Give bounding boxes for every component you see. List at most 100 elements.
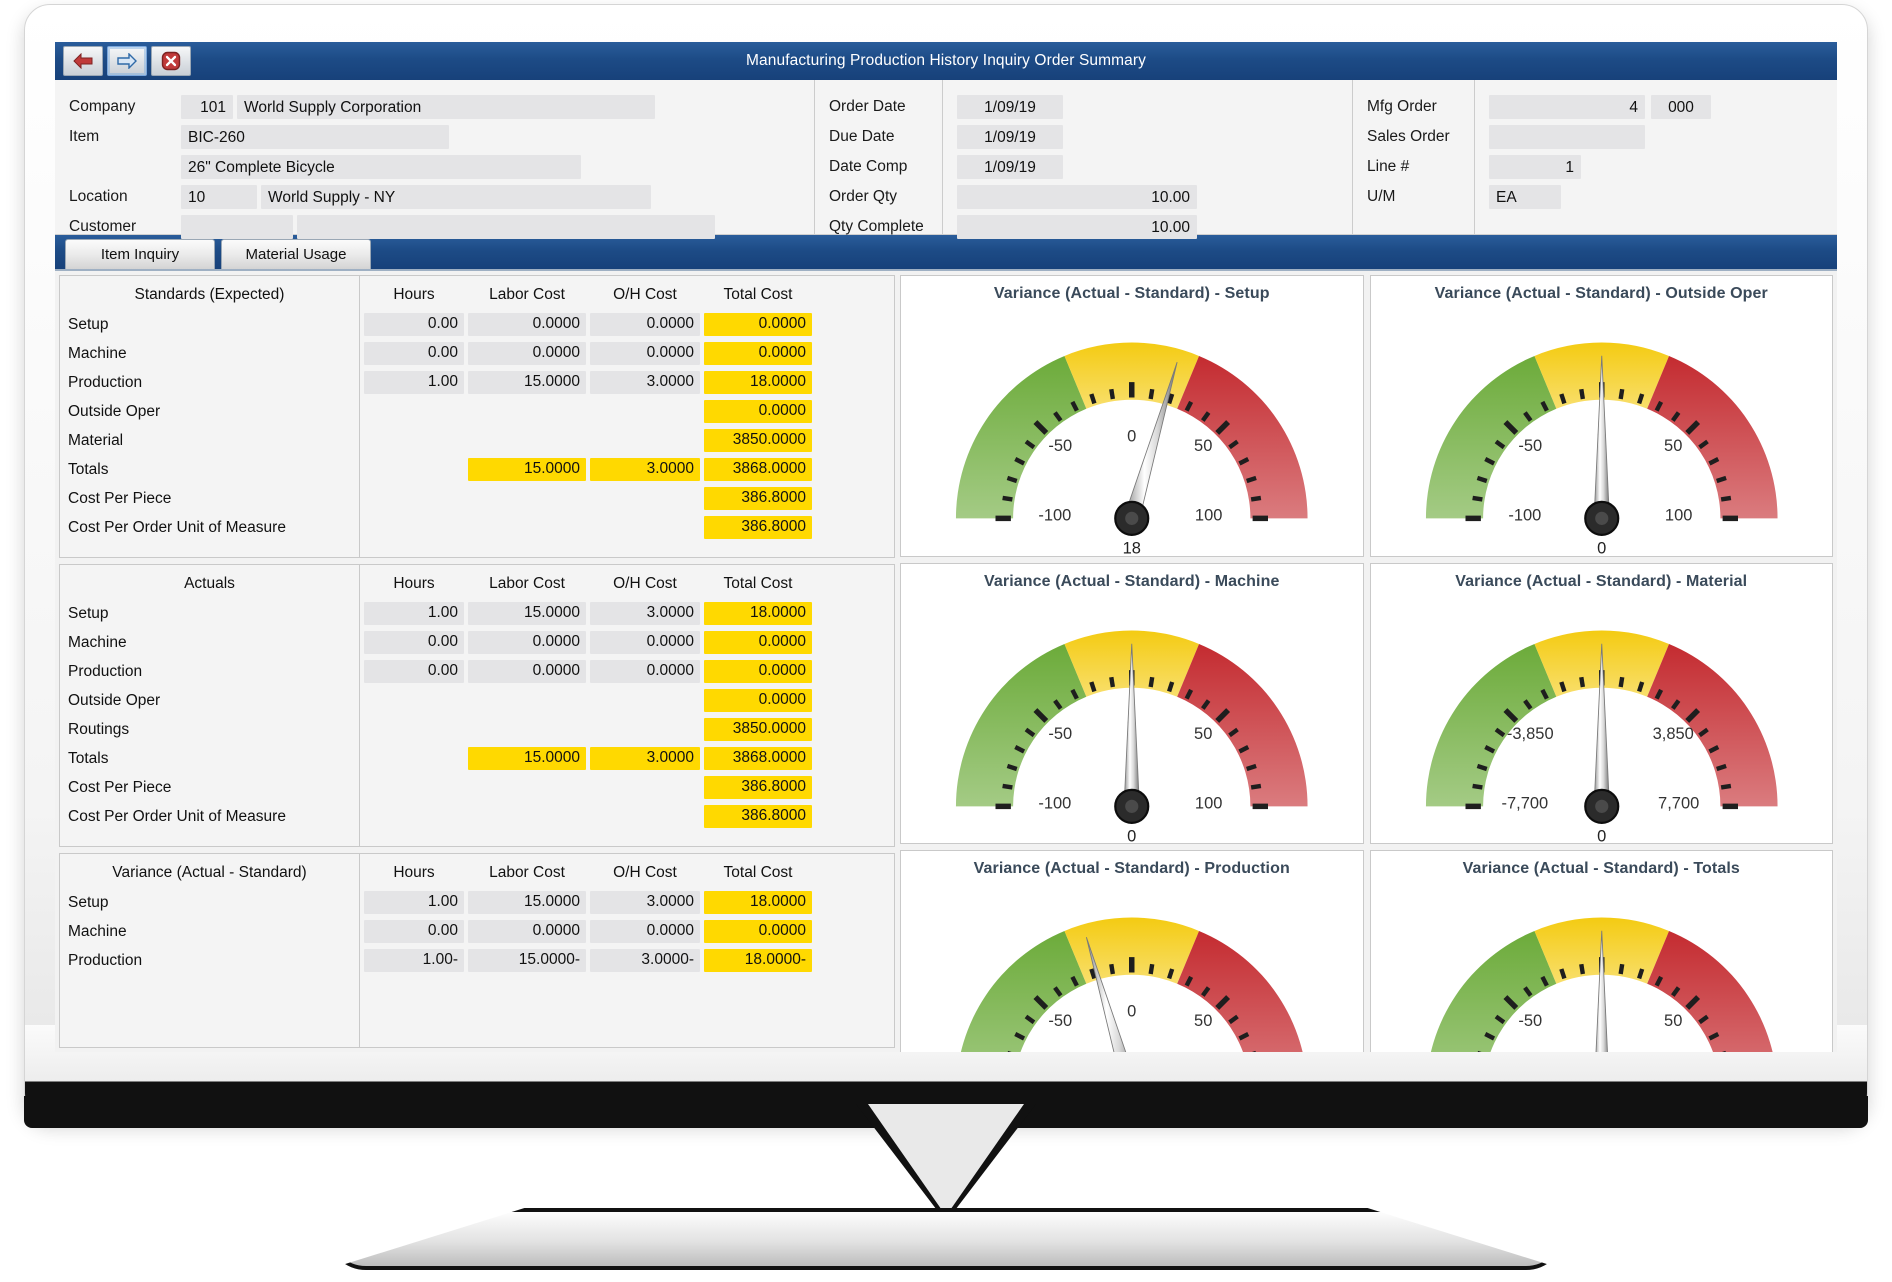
cell-labor[interactable]: 15.0000-	[468, 949, 586, 972]
table-row: Setup	[68, 894, 109, 911]
gauge-value-label: 18	[1123, 540, 1141, 556]
table-row: Totals	[68, 750, 109, 767]
cell-hours	[364, 776, 464, 799]
cell-total[interactable]: 0.0000	[704, 689, 812, 712]
cell-labor[interactable]: 15.0000	[468, 458, 586, 481]
cell-oh[interactable]: 3.0000	[590, 371, 700, 394]
order-date-field[interactable]: 1/09/19	[957, 94, 1063, 119]
cell-labor[interactable]: 0.0000	[468, 920, 586, 943]
sales-order-row	[1489, 122, 1823, 151]
gauge-tick	[1558, 681, 1566, 692]
gauges-column: Variance (Actual - Standard) - Setup -10…	[900, 275, 1833, 1052]
cell-hours[interactable]: 1.00	[364, 602, 464, 625]
location-name-field[interactable]: World Supply - NY	[261, 184, 651, 209]
cell-total[interactable]: 18.0000	[704, 602, 812, 625]
order-qty-field[interactable]: 10.00	[957, 184, 1197, 209]
cell-total[interactable]: 0.0000	[704, 920, 812, 943]
cell-total[interactable]: 0.0000	[704, 631, 812, 654]
table-row: Cost Per Piece	[68, 779, 172, 796]
sales-order-field[interactable]	[1489, 124, 1645, 149]
cell-labor[interactable]: 15.0000	[468, 891, 586, 914]
customer-code-field[interactable]	[181, 214, 293, 239]
cell-oh[interactable]: 3.0000	[590, 891, 700, 914]
left-arrow-icon	[73, 53, 93, 69]
cell-total[interactable]: 3868.0000	[704, 458, 812, 481]
cell-total[interactable]: 18.0000	[704, 891, 812, 914]
cell-total[interactable]: 3850.0000	[704, 429, 812, 452]
table-row: Production	[68, 952, 143, 969]
cell-hours[interactable]: 0.00	[364, 920, 464, 943]
cell-total[interactable]: 386.8000	[704, 516, 812, 539]
cell-labor[interactable]: 0.0000	[468, 631, 586, 654]
qty-complete-field[interactable]: 10.00	[957, 214, 1197, 239]
cell-total[interactable]: 3868.0000	[704, 747, 812, 770]
gauge-tick	[1476, 763, 1487, 771]
cell-total[interactable]: 0.0000	[704, 342, 812, 365]
item-label: Item	[69, 127, 100, 145]
company-name-field[interactable]: World Supply Corporation	[237, 94, 655, 119]
cell-hours[interactable]: 0.00	[364, 660, 464, 683]
cell-oh[interactable]: 0.0000	[590, 313, 700, 336]
close-button[interactable]	[151, 46, 191, 76]
application-screen: Manufacturing Production History Inquiry…	[55, 42, 1837, 1052]
cell-labor	[468, 487, 586, 510]
cell-oh	[590, 689, 700, 712]
cell-hours[interactable]: 1.00	[364, 371, 464, 394]
customer-name-field[interactable]	[297, 214, 715, 239]
cell-labor[interactable]: 0.0000	[468, 313, 586, 336]
item-code-field[interactable]: BIC-260	[181, 124, 449, 149]
cell-total[interactable]: 0.0000	[704, 660, 812, 683]
cell-total[interactable]: 386.8000	[704, 776, 812, 799]
forward-button[interactable]	[107, 46, 147, 76]
cell-hours[interactable]: 1.00	[364, 891, 464, 914]
cell-labor[interactable]: 15.0000	[468, 747, 586, 770]
table-row: Routings	[68, 721, 130, 738]
cell-hours[interactable]: 1.00-	[364, 949, 464, 972]
gauge-band	[1064, 917, 1200, 985]
back-button[interactable]	[63, 46, 103, 76]
uom-field[interactable]: EA	[1489, 184, 1561, 209]
cell-oh[interactable]: 3.0000	[590, 747, 700, 770]
line-number-field[interactable]: 1	[1489, 154, 1581, 179]
cell-oh[interactable]: 0.0000	[590, 631, 700, 654]
cell-total[interactable]: 386.8000	[704, 805, 812, 828]
cell-labor[interactable]: 0.0000	[468, 660, 586, 683]
table-row: Machine	[68, 634, 127, 651]
customer-label: Customer	[69, 217, 137, 235]
item-description-field[interactable]: 26" Complete Bicycle	[181, 154, 581, 179]
cell-labor[interactable]: 0.0000	[468, 342, 586, 365]
table-row: Outside Oper	[68, 692, 161, 709]
mfg-order-field[interactable]: 4	[1489, 94, 1645, 119]
mfg-order-suffix-field[interactable]: 000	[1651, 94, 1711, 119]
tab-item-inquiry[interactable]: Item Inquiry	[65, 239, 215, 269]
cell-total[interactable]: 18.0000	[704, 371, 812, 394]
cell-total[interactable]: 0.0000	[704, 400, 812, 423]
window-title: Manufacturing Production History Inquiry…	[746, 52, 1146, 69]
cell-oh[interactable]: 0.0000	[590, 920, 700, 943]
cell-labor[interactable]: 15.0000	[468, 371, 586, 394]
due-date-field[interactable]: 1/09/19	[957, 124, 1063, 149]
cell-total[interactable]: 0.0000	[704, 313, 812, 336]
date-comp-field[interactable]: 1/09/19	[957, 154, 1063, 179]
company-code-field[interactable]: 101	[181, 94, 233, 119]
cell-hours[interactable]: 0.00	[364, 342, 464, 365]
cell-oh[interactable]: 0.0000	[590, 660, 700, 683]
cell-labor[interactable]: 15.0000	[468, 602, 586, 625]
gauge-tick	[1089, 681, 1097, 692]
tab-material-usage[interactable]: Material Usage	[221, 239, 371, 269]
cell-oh	[590, 516, 700, 539]
cell-total[interactable]: 18.0000-	[704, 949, 812, 972]
cell-oh[interactable]: 3.0000	[590, 458, 700, 481]
cell-hours[interactable]: 0.00	[364, 631, 464, 654]
cell-oh[interactable]: 0.0000	[590, 342, 700, 365]
gauge-tick-label: 7,700	[1658, 794, 1699, 812]
actuals-table: Actuals Setup Machine Production Outside…	[59, 564, 895, 847]
cell-total[interactable]: 3850.0000	[704, 718, 812, 741]
gauge-tick	[1246, 763, 1257, 771]
cell-oh[interactable]: 3.0000-	[590, 949, 700, 972]
cell-oh[interactable]: 3.0000	[590, 602, 700, 625]
gauge-tick-label: -50	[1048, 725, 1072, 743]
location-code-field[interactable]: 10	[181, 184, 257, 209]
cell-hours[interactable]: 0.00	[364, 313, 464, 336]
cell-total[interactable]: 386.8000	[704, 487, 812, 510]
